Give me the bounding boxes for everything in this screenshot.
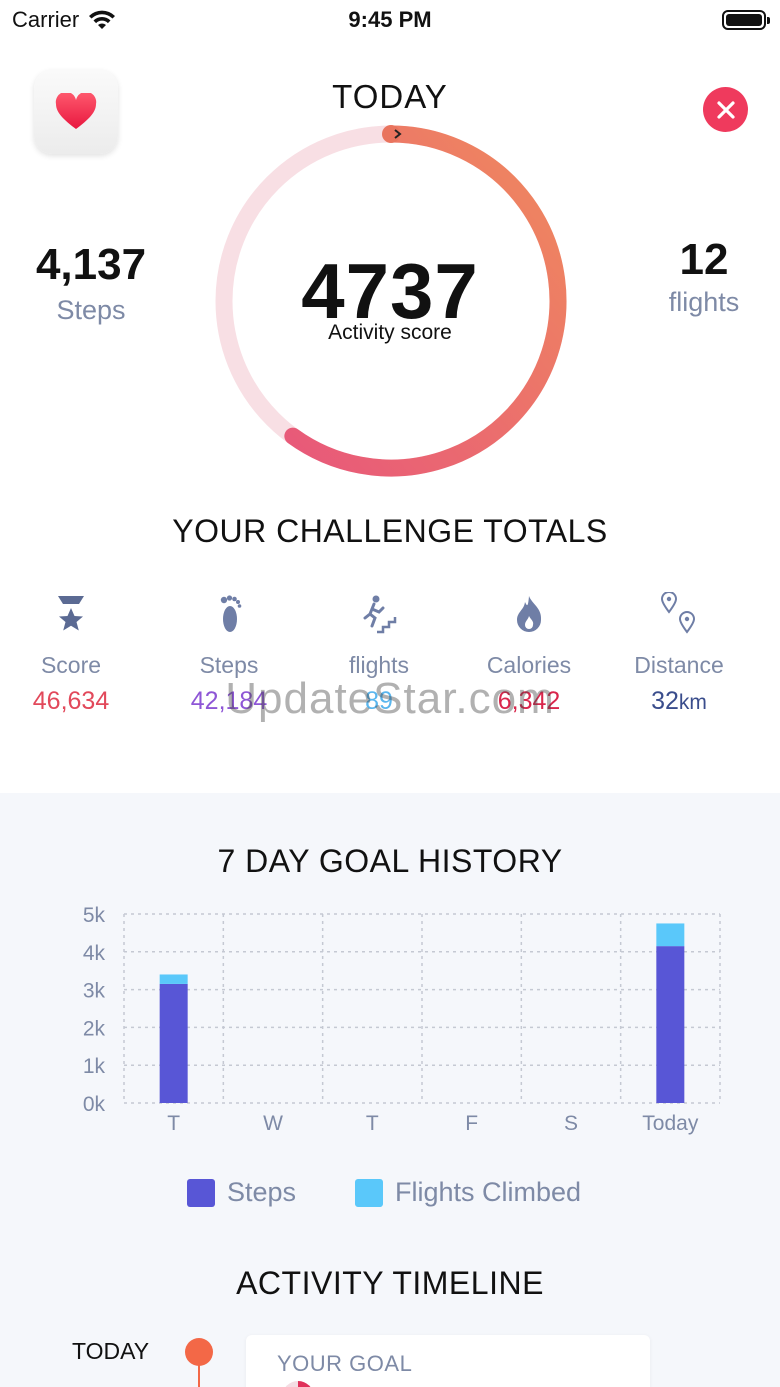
today-flights-value: 12 (679, 235, 729, 284)
today-flights-label: flights (668, 287, 740, 317)
x-tick-label: F (465, 1112, 478, 1135)
legend-steps: Steps (187, 1177, 296, 1208)
flame-icon (517, 596, 542, 632)
map-pins-icon (660, 592, 696, 634)
your-goal-label: YOUR GOAL (277, 1351, 413, 1376)
y-tick-label: 1k (83, 1055, 106, 1078)
activity-timeline-title: ACTIVITY TIMELINE (236, 1265, 544, 1301)
legend-steps-label: Steps (227, 1177, 297, 1207)
y-tick-label: 4k (83, 942, 106, 965)
status-bar: Carrier 9:45 PM (0, 0, 780, 40)
legend-flights: Flights Climbed (355, 1177, 581, 1208)
bar-flights-climbed (656, 923, 685, 947)
clock: 9:45 PM (348, 7, 432, 32)
watermark: UpdateStar.com (225, 674, 555, 723)
footprint-icon (220, 595, 242, 632)
y-tick-label: 0k (83, 1093, 106, 1116)
challenge-totals-title: YOUR CHALLENGE TOTALS (172, 513, 608, 549)
bar-steps (656, 946, 685, 1103)
legend-flights-label: Flights Climbed (395, 1177, 582, 1207)
ring-knob (382, 125, 400, 143)
timeline-today-label: TODAY (72, 1338, 150, 1364)
battery-icon (722, 10, 770, 30)
y-tick-label: 3k (83, 980, 106, 1003)
x-tick-label: Today (642, 1112, 699, 1135)
trophy-icon (58, 596, 84, 631)
x-tick-label: T (366, 1112, 379, 1135)
goal-history-title: 7 DAY GOAL HISTORY (217, 843, 563, 879)
timeline-line (198, 1364, 200, 1387)
close-button[interactable] (703, 87, 748, 132)
today-steps-label: Steps (56, 295, 126, 325)
close-icon (716, 100, 735, 119)
your-goal-card[interactable]: YOUR GOAL (246, 1335, 650, 1387)
legend-flights-swatch (355, 1178, 383, 1207)
bar-flights-climbed (159, 974, 188, 984)
x-tick-label: W (263, 1112, 283, 1135)
legend-steps-swatch (187, 1178, 215, 1207)
y-tick-label: 2k (83, 1017, 106, 1040)
x-tick-label: S (564, 1112, 578, 1135)
timeline-dot (185, 1338, 213, 1366)
y-tick-label: 5k (83, 904, 106, 927)
stairs-runner-icon (363, 595, 397, 634)
page-title: TODAY (332, 78, 448, 115)
today-steps-value: 4,137 (35, 240, 147, 289)
goal-progress-pie (282, 1381, 314, 1387)
goal-history-chart: 0k 1k 2k 3k 4k 5k T W T F S Today (83, 904, 721, 1135)
bar-steps (159, 983, 188, 1103)
x-tick-label: T (167, 1112, 180, 1135)
